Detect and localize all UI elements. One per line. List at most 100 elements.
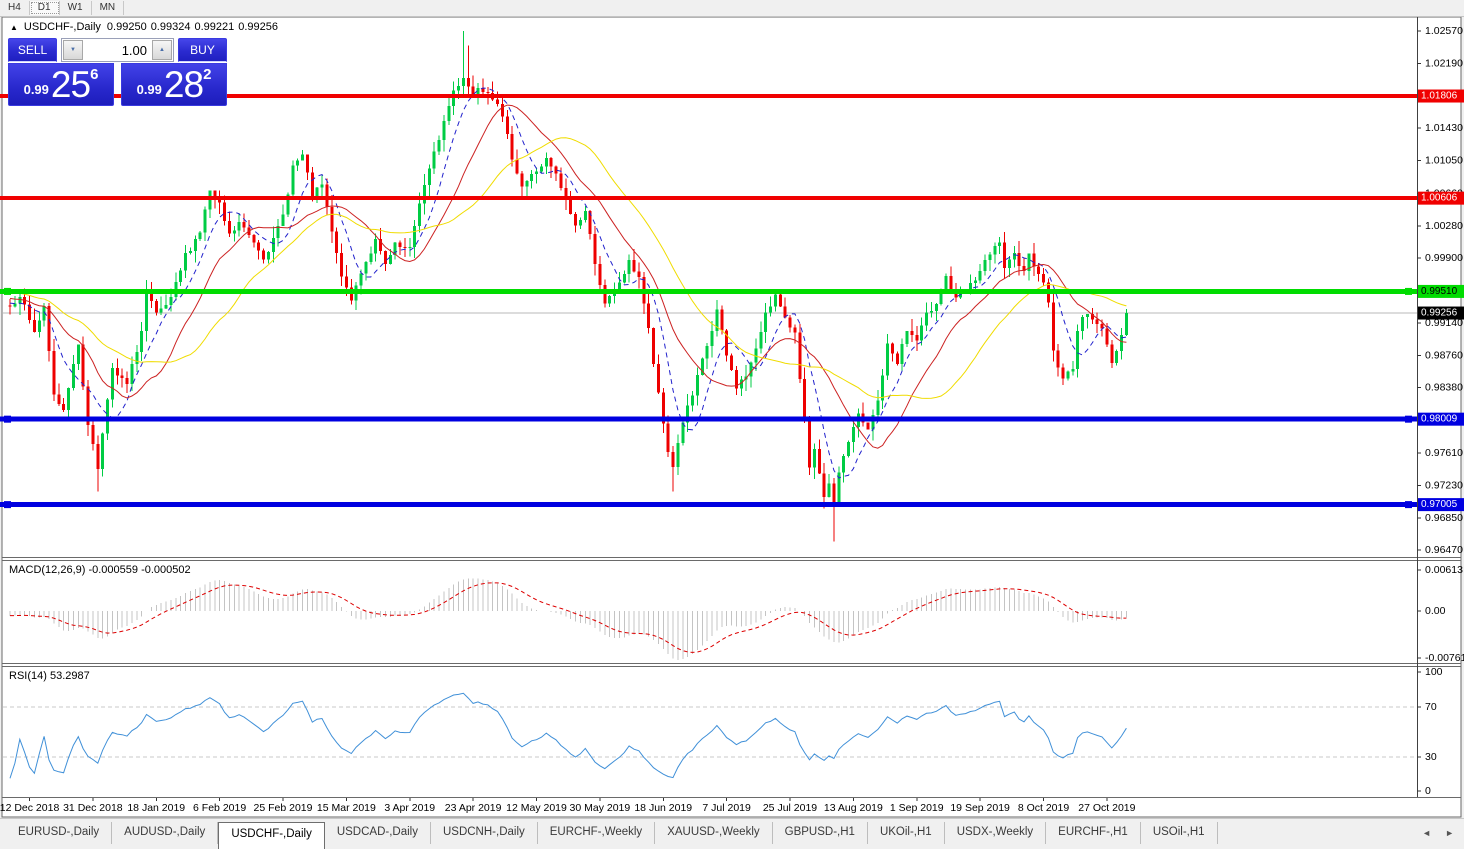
chart-tab-bar: EURUSD-,DailyAUDUSD-,DailyUSDCHF-,DailyU… — [0, 818, 1464, 844]
spin-up-icon: ▲ — [159, 47, 165, 53]
price-badge-label: 0.99256 — [1421, 308, 1458, 319]
price-badge-1.01806: 1.01806 — [1418, 90, 1464, 103]
rsi-tick-label: 0 — [1425, 785, 1431, 797]
price-badge-0.98009: 0.98009 — [1418, 413, 1464, 426]
date-tick-label: 6 Feb 2019 — [193, 802, 246, 814]
date-tick-label: 31 Dec 2018 — [63, 802, 123, 814]
volume-decrease-button[interactable]: ▼ — [63, 40, 83, 60]
ohlc-high: 0.99324 — [151, 21, 191, 33]
chart-tab-usdx-weekly[interactable]: USDX-,Weekly — [945, 822, 1046, 844]
volume-increase-button[interactable]: ▲ — [152, 40, 172, 60]
macd-indicator-label: MACD(12,26,9) -0.000559 -0.000502 — [9, 564, 191, 576]
hline-handle-left[interactable] — [4, 416, 11, 423]
buy-price-big: 28 — [164, 67, 203, 103]
price-tick-label: 1.01050 — [1425, 154, 1463, 166]
hline-handle-left[interactable] — [4, 501, 11, 508]
price-badge-1.00606: 1.00606 — [1418, 192, 1464, 205]
date-tick-label: 18 Jun 2019 — [634, 802, 692, 814]
hline-handle-right[interactable] — [1405, 288, 1412, 295]
date-tick-label: 13 Aug 2019 — [824, 802, 883, 814]
rsi-tick-label: 30 — [1425, 751, 1437, 763]
price-tick-label: 0.97230 — [1425, 479, 1463, 491]
price-tick-label: 0.96470 — [1425, 544, 1463, 556]
symbol-info-line: ▲ USDCHF-,Daily 0.99250 0.99324 0.99221 … — [10, 21, 278, 33]
timeframe-buttons: H4D1W1MN — [0, 1, 124, 15]
macd-tick-label: -0.007612 — [1425, 652, 1464, 664]
timeframe-toolbar: H4D1W1MN — [0, 0, 1464, 17]
one-click-trading-panel: SELL ▼ ▲ BUY 0.99 25 6 0.99 28 2 — [8, 38, 227, 106]
collapse-arrow-icon[interactable]: ▲ — [10, 23, 18, 32]
date-tick-label: 3 Apr 2019 — [384, 802, 435, 814]
chart-tabs: EURUSD-,DailyAUDUSD-,DailyUSDCHF-,DailyU… — [6, 822, 1218, 844]
date-tick-label: 30 May 2019 — [570, 802, 631, 814]
tab-scroll-right-icon[interactable]: ► — [1445, 828, 1454, 838]
date-tick-label: 23 Apr 2019 — [445, 802, 502, 814]
macd-tick-label: 0.00613 — [1425, 564, 1463, 576]
date-tick-label: 27 Oct 2019 — [1078, 802, 1135, 814]
chart-tab-ukoil-h1[interactable]: UKOil-,H1 — [868, 822, 945, 844]
chart-tab-eurchf-weekly[interactable]: EURCHF-,Weekly — [538, 822, 655, 844]
hline-handle-left[interactable] — [4, 288, 11, 295]
buy-price-prefix: 0.99 — [137, 82, 162, 103]
volume-input[interactable] — [84, 39, 151, 61]
price-tick-label: 0.98760 — [1425, 349, 1463, 361]
chart-canvas[interactable]: 1.025701.021901.014301.010501.006601.002… — [0, 0, 1464, 844]
rsi-tick-label: 70 — [1425, 701, 1437, 713]
chart-tab-usdchf-daily[interactable]: USDCHF-,Daily — [218, 822, 325, 849]
ohlc-open: 0.99250 — [107, 21, 147, 33]
price-badge-label: 1.01806 — [1421, 91, 1458, 102]
hline-handle-right[interactable] — [1405, 416, 1412, 423]
sell-price-big: 25 — [51, 67, 90, 103]
rsi-indicator-label: RSI(14) 53.2987 — [9, 670, 90, 682]
chart-tab-eurchf-h1[interactable]: EURCHF-,H1 — [1046, 822, 1141, 844]
price-tick-label: 0.99900 — [1425, 252, 1463, 264]
timeframe-button-mn[interactable]: MN — [92, 1, 125, 15]
price-badge-label: 1.00606 — [1421, 193, 1458, 204]
timeframe-button-w1[interactable]: W1 — [60, 1, 92, 15]
macd-tick-label: 0.00 — [1425, 605, 1446, 617]
price-tick-label: 0.96850 — [1425, 512, 1463, 524]
tab-navigation: ◄ ► — [1422, 828, 1454, 844]
sell-button[interactable]: SELL — [8, 38, 57, 62]
rsi-tick-label: 100 — [1425, 666, 1443, 678]
chart-tab-usdcad-daily[interactable]: USDCAD-,Daily — [325, 822, 431, 844]
chart-tab-usdcnh-daily[interactable]: USDCNH-,Daily — [431, 822, 538, 844]
price-badge-label: 0.99510 — [1421, 286, 1458, 297]
ohlc-low: 0.99221 — [194, 21, 234, 33]
price-tick-label: 1.00280 — [1425, 220, 1463, 232]
date-tick-label: 18 Jan 2019 — [127, 802, 185, 814]
timeframe-button-h4[interactable]: H4 — [0, 1, 30, 15]
tab-scroll-left-icon[interactable]: ◄ — [1422, 828, 1431, 838]
buy-price-display[interactable]: 0.99 28 2 — [121, 63, 227, 106]
price-tick-label: 1.02570 — [1425, 25, 1463, 37]
price-tick-label: 1.01430 — [1425, 122, 1463, 134]
chart-tab-xauusd-weekly[interactable]: XAUUSD-,Weekly — [655, 822, 772, 844]
hline-handle-right[interactable] — [1405, 501, 1412, 508]
chart-tab-audusd-daily[interactable]: AUDUSD-,Daily — [112, 822, 218, 844]
ohlc-close: 0.99256 — [238, 21, 278, 33]
price-badge-label: 0.97005 — [1421, 499, 1458, 510]
chart-tab-eurusd-daily[interactable]: EURUSD-,Daily — [6, 822, 112, 844]
chart-tab-gbpusd-h1[interactable]: GBPUSD-,H1 — [773, 822, 868, 844]
spin-down-icon: ▼ — [70, 47, 76, 53]
date-tick-label: 8 Oct 2019 — [1018, 802, 1070, 814]
timeframe-button-d1[interactable]: D1 — [30, 1, 60, 15]
date-tick-label: 7 Jul 2019 — [702, 802, 751, 814]
date-tick-label: 12 May 2019 — [506, 802, 567, 814]
price-badge-0.99256: 0.99256 — [1418, 307, 1464, 320]
chart-tab-usoil-h1[interactable]: USOil-,H1 — [1141, 822, 1218, 844]
buy-button[interactable]: BUY — [178, 38, 227, 62]
sell-price-display[interactable]: 0.99 25 6 — [8, 63, 114, 106]
price-tick-label: 0.98380 — [1425, 382, 1463, 394]
date-tick-label: 12 Dec 2018 — [0, 802, 59, 814]
price-badge-0.97005: 0.97005 — [1418, 498, 1464, 511]
date-tick-label: 1 Sep 2019 — [890, 802, 944, 814]
sell-price-prefix: 0.99 — [24, 82, 49, 103]
date-tick-label: 25 Feb 2019 — [254, 802, 313, 814]
date-tick-label: 25 Jul 2019 — [763, 802, 817, 814]
date-tick-label: 15 Mar 2019 — [317, 802, 376, 814]
buy-price-pip: 2 — [203, 66, 211, 103]
price-badge-0.99510: 0.99510 — [1418, 285, 1464, 298]
price-tick-label: 1.02190 — [1425, 57, 1463, 69]
volume-stepper: ▼ ▲ — [61, 38, 174, 62]
